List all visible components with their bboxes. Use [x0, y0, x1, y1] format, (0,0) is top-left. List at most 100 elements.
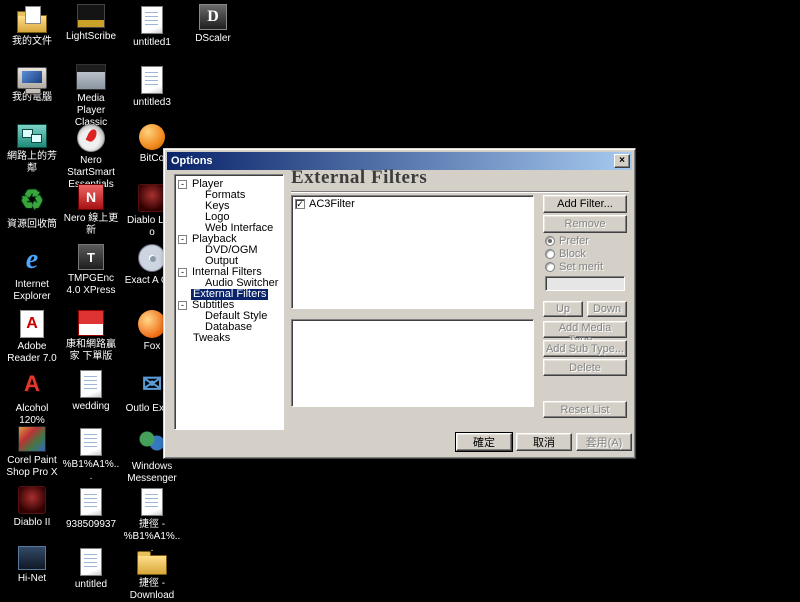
diablo-icon	[18, 486, 46, 514]
desktop-icon-network-places[interactable]: 網路上的芳鄰	[3, 124, 61, 175]
dialog-title: Options	[171, 155, 614, 167]
desktop-icon-diablo-2[interactable]: Diablo II	[3, 486, 61, 529]
desktop-icon-label: Diablo II	[3, 517, 61, 529]
filter-list-item[interactable]: ✓ AC3Filter	[293, 197, 532, 211]
radio-prefer[interactable]: Prefer	[545, 235, 589, 247]
desktop-icon-label: LightScribe	[62, 31, 120, 43]
mpc-icon	[76, 64, 106, 90]
radio-unselected-icon	[545, 262, 555, 272]
desktop-icon-label: untitled	[62, 579, 120, 591]
desktop-icon-938509937[interactable]: 938509937	[62, 486, 120, 531]
ok-button[interactable]: 確定	[456, 433, 512, 451]
tree-item-formats[interactable]: Formats	[175, 190, 283, 201]
desktop-icon-kangho-trade[interactable]: 康和網路贏家 下單版	[62, 310, 120, 363]
desktop-icon-lightscribe[interactable]: LightScribe	[62, 4, 120, 43]
add-media-type-button[interactable]: Add Media Type...	[543, 321, 627, 338]
desktop-icon-label: Nero 線上更新	[62, 213, 120, 237]
nero-flame-icon	[77, 124, 105, 152]
desktop-icon-my-documents[interactable]: 我的文件	[3, 4, 61, 48]
tree-item-tweaks[interactable]: Tweaks	[175, 333, 283, 344]
desktop-icon-wedding[interactable]: wedding	[62, 368, 120, 413]
down-button[interactable]: Down	[587, 301, 627, 317]
desktop-icon-label: 捷徑 - Download	[123, 578, 181, 602]
adobe-icon: A	[20, 310, 44, 338]
merit-input[interactable]	[545, 276, 625, 291]
radio-set-merit-label: Set merit	[559, 261, 603, 273]
collapse-icon[interactable]: -	[178, 268, 187, 277]
desktop-icon-adobe-reader[interactable]: AAdobe Reader 7.0	[3, 310, 61, 365]
delete-button[interactable]: Delete	[543, 359, 627, 376]
desktop-icon-label: Alcohol 120%	[3, 403, 61, 427]
media-types-list[interactable]	[291, 319, 534, 407]
external-filters-list[interactable]: ✓ AC3Filter	[291, 195, 534, 309]
heading-separator	[291, 191, 629, 193]
desktop-icon-untitled1[interactable]: untitled1	[123, 4, 181, 49]
kangho-icon	[78, 310, 104, 336]
bitcomet-icon	[139, 124, 165, 150]
close-icon[interactable]: ×	[614, 154, 630, 168]
folder-icon	[137, 555, 167, 575]
hinet-icon	[18, 546, 46, 570]
page-title: External Filters	[291, 167, 427, 189]
desktop-icon-label: DScaler	[184, 33, 242, 45]
collapse-icon[interactable]: -	[178, 235, 187, 244]
add-sub-type-button[interactable]: Add Sub Type...	[543, 340, 627, 357]
desktop-icon-nero-startsmart[interactable]: Nero StartSmart Essentials	[62, 124, 120, 191]
add-filter-button[interactable]: Add Filter...	[543, 195, 627, 213]
corel-icon	[18, 426, 46, 452]
desktop-icon-label: 我的文件	[3, 36, 61, 48]
desktop-icon-hi-net[interactable]: Hi-Net	[3, 546, 61, 585]
network-icon	[17, 124, 47, 148]
diablo-icon	[138, 184, 166, 212]
document-icon	[141, 488, 163, 516]
desktop-icon-label: 資源回收筒	[3, 219, 61, 231]
tmpgenc-icon: T	[78, 244, 104, 270]
document-icon	[141, 6, 163, 34]
desktop-icon-tmpgenc-xpress[interactable]: TTMPGEnc 4.0 XPress	[62, 244, 120, 297]
desktop-icon-dscaler[interactable]: D DScaler	[184, 4, 242, 45]
alcohol-icon: A	[16, 368, 48, 400]
collapse-icon[interactable]: -	[178, 301, 187, 310]
desktop-icon-my-computer[interactable]: 我的電腦	[3, 64, 61, 104]
desktop-icon-untitled3[interactable]: untitled3	[123, 64, 181, 109]
desktop-icon-media-player-classic[interactable]: Media Player Classic	[62, 64, 120, 129]
my-documents-icon	[17, 15, 47, 33]
document-icon	[80, 370, 102, 398]
ie-icon: e	[16, 244, 48, 276]
dscaler-icon: D	[199, 4, 227, 30]
radio-block-label: Block	[559, 248, 586, 260]
tree-item-keys[interactable]: Keys	[175, 201, 283, 212]
fox-icon	[138, 310, 166, 338]
desktop-icon-label: Windows Messenger	[123, 461, 181, 485]
desktop-icon-shortcut-b1a1[interactable]: 捷徑 - %B1%A1%...	[123, 486, 181, 555]
cancel-button[interactable]: 取消	[516, 433, 572, 451]
document-icon	[80, 428, 102, 456]
radio-block[interactable]: Block	[545, 248, 586, 260]
my-computer-icon	[17, 67, 47, 89]
tree-item-label: Tweaks	[191, 333, 232, 344]
desktop-icon-shortcut-download[interactable]: 捷徑 - Download	[123, 546, 181, 602]
desktop-icon-alcohol-120[interactable]: A Alcohol 120%	[3, 368, 61, 427]
desktop-icon-untitled[interactable]: untitled	[62, 546, 120, 591]
desktop-icon-internet-explorer[interactable]: e Internet Explorer	[3, 244, 61, 303]
desktop-icon-label: Internet Explorer	[3, 279, 61, 303]
radio-set-merit[interactable]: Set merit	[545, 261, 603, 273]
remove-button[interactable]: Remove	[543, 215, 627, 233]
desktop-icon-label: Hi-Net	[3, 573, 61, 585]
up-button[interactable]: Up	[543, 301, 583, 317]
filter-name: AC3Filter	[309, 198, 355, 210]
desktop-icon-b1a1-file[interactable]: %B1%A1%...	[62, 426, 120, 483]
radio-selected-icon	[545, 236, 555, 246]
desktop-icon-corel-paint-shop[interactable]: Corel Paint Shop Pro X	[3, 426, 61, 479]
apply-button[interactable]: 套用(A)	[576, 433, 632, 451]
lightscribe-icon	[77, 4, 105, 28]
document-icon	[80, 548, 102, 576]
reset-list-button[interactable]: Reset List	[543, 401, 627, 418]
recycle-icon: ♻	[16, 184, 48, 216]
desktop-icon-label: untitled3	[123, 97, 181, 109]
desktop-icon-recycle-bin[interactable]: ♻ 資源回收筒	[3, 184, 61, 231]
desktop-icon-nero-update[interactable]: NNero 線上更新	[62, 184, 120, 237]
eac-icon	[138, 244, 166, 272]
checkbox-checked-icon[interactable]: ✓	[295, 199, 305, 209]
collapse-icon[interactable]: -	[178, 180, 187, 189]
